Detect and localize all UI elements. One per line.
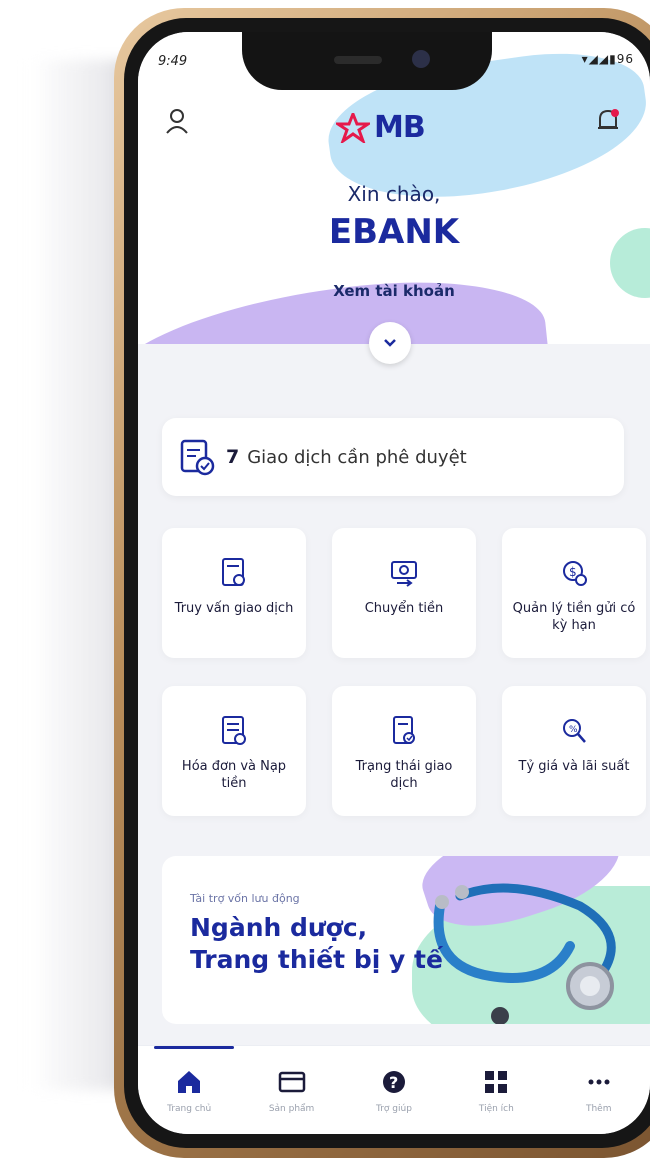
brand-name: MB — [374, 110, 426, 145]
tab-label: Tiện ích — [478, 1104, 514, 1114]
help-icon: ? — [382, 1071, 405, 1093]
svg-text:%: % — [569, 725, 578, 735]
tab-label: Thêm — [585, 1104, 612, 1114]
svg-text:$: $ — [569, 565, 577, 579]
service-label: Truy vấn giao dịch — [174, 601, 294, 616]
home-icon — [178, 1071, 201, 1093]
grid-icon — [485, 1071, 508, 1093]
tab-help[interactable]: ? Trợ giúp — [349, 1046, 439, 1134]
service-money-transfer[interactable]: Chuyển tiền — [332, 528, 476, 658]
tab-home[interactable]: Trang chủ — [144, 1046, 235, 1134]
bill-icon — [222, 716, 246, 745]
service-label: Trạng thái giao dịch — [355, 759, 453, 791]
phone-frame: 9:49 ▾◢◢▮96 MB Xin chào, EBANK Xem tài k… — [114, 8, 650, 1158]
service-label: Quản lý tiền gửi có kỳ hạn — [512, 601, 636, 633]
speaker — [334, 56, 382, 64]
front-camera — [412, 50, 430, 68]
money-transfer-icon — [391, 561, 417, 587]
expand-account-button[interactable] — [369, 322, 411, 364]
tab-products[interactable]: Sản phẩm — [247, 1046, 337, 1134]
user-profile-icon[interactable] — [166, 108, 188, 134]
exchange-rate-icon: % — [563, 719, 586, 743]
service-label: Chuyển tiền — [364, 601, 444, 616]
tab-label: Trợ giúp — [376, 1104, 412, 1114]
tab-label: Trang chủ — [167, 1104, 212, 1114]
banner-title-line1: Ngành dược, — [190, 913, 368, 942]
service-exchange-rate[interactable]: % Tỷ giá và lãi suất — [502, 686, 646, 816]
phone-bezel: 9:49 ▾◢◢▮96 MB Xin chào, EBANK Xem tài k… — [124, 18, 650, 1148]
more-icon — [588, 1079, 610, 1085]
greeting-text: Xin chào, — [347, 182, 441, 206]
status-time: 9:49 — [158, 54, 188, 69]
star-logo-icon — [336, 112, 370, 143]
view-account-link[interactable]: Xem tài khoản — [138, 282, 650, 300]
tab-label: Sản phẩm — [268, 1104, 315, 1114]
service-transaction-status[interactable]: Trạng thái giao dịch — [332, 686, 476, 816]
pending-approvals-card[interactable]: 7 Giao dịch cần phê duyệt — [162, 418, 624, 496]
banner-tag: Tài trợ vốn lưu động — [190, 892, 300, 905]
brand-logo: MB — [336, 110, 426, 145]
service-label: Tỷ giá và lãi suất — [518, 759, 630, 774]
bottom-tab-bar: Trang chủ Sản phẩm ? Trợ giúp Tiện ích T… — [138, 1045, 650, 1134]
decor-blob-purple — [138, 266, 555, 344]
tab-utilities[interactable]: Tiện ích — [451, 1046, 541, 1134]
deposit-icon: $ — [563, 561, 587, 586]
pending-count: 7 — [226, 446, 240, 468]
pending-label: Giao dịch cần phê duyệt — [247, 446, 467, 468]
banner-title: Ngành dược, Trang thiết bị y tế — [190, 912, 443, 976]
promo-banner[interactable]: Tài trợ vốn lưu động Ngành dược, Trang t… — [162, 856, 650, 1024]
banner-title-line2: Trang thiết bị y tế — [190, 945, 443, 974]
tab-more[interactable]: Thêm — [554, 1046, 644, 1134]
approval-document-icon — [180, 439, 215, 476]
notification-bell-icon[interactable] — [596, 108, 620, 134]
service-bill-payment[interactable]: Hóa đơn và Nạp tiền — [162, 686, 306, 816]
user-name: EBANK — [328, 212, 460, 252]
notch — [242, 32, 492, 90]
transaction-status-icon — [393, 716, 415, 744]
status-icons: ▾◢◢▮96 — [581, 52, 634, 66]
svg-text:?: ? — [389, 1073, 398, 1092]
chevron-down-icon — [384, 339, 396, 347]
app-screen: 9:49 ▾◢◢▮96 MB Xin chào, EBANK Xem tài k… — [138, 32, 650, 1134]
card-icon — [278, 1071, 305, 1093]
service-term-deposit[interactable]: $ Quản lý tiền gửi có kỳ hạn — [502, 528, 646, 658]
service-transaction-inquiry[interactable]: Truy vấn giao dịch — [162, 528, 306, 658]
document-search-icon — [222, 558, 245, 586]
service-label: Hóa đơn và Nạp tiền — [181, 759, 287, 791]
